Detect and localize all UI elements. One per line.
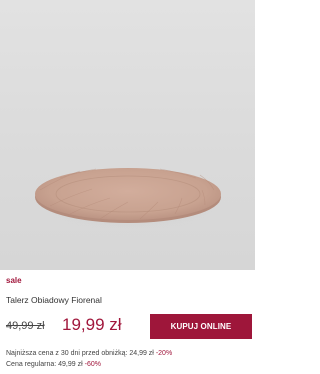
new-price: 19,99 zł bbox=[62, 315, 122, 334]
lowest-price-text: Najniższa cena z 30 dni przed obniżką: 2… bbox=[6, 350, 154, 357]
sale-badge: sale bbox=[6, 276, 22, 285]
regular-price-text: Cena regularna: 49,99 zł bbox=[6, 361, 83, 368]
lowest-price-discount: -20% bbox=[155, 350, 173, 357]
buy-online-button[interactable]: KUPUJ ONLINE bbox=[150, 314, 252, 339]
regular-price-discount: -60% bbox=[84, 361, 101, 368]
plate-illustration bbox=[32, 168, 228, 230]
product-name[interactable]: Talerz Obiadowy Fiorenal bbox=[6, 295, 102, 305]
product-image[interactable] bbox=[0, 0, 255, 270]
old-price: 49,99 zł bbox=[6, 320, 45, 332]
lowest-price-info: Najniższa cena z 30 dni przed obniżką: 2… bbox=[6, 350, 172, 357]
regular-price-info: Cena regularna: 49,99 zł -60% bbox=[6, 361, 101, 368]
product-card[interactable]: sale Talerz Obiadowy Fiorenal 49,99 zł 1… bbox=[0, 0, 255, 374]
